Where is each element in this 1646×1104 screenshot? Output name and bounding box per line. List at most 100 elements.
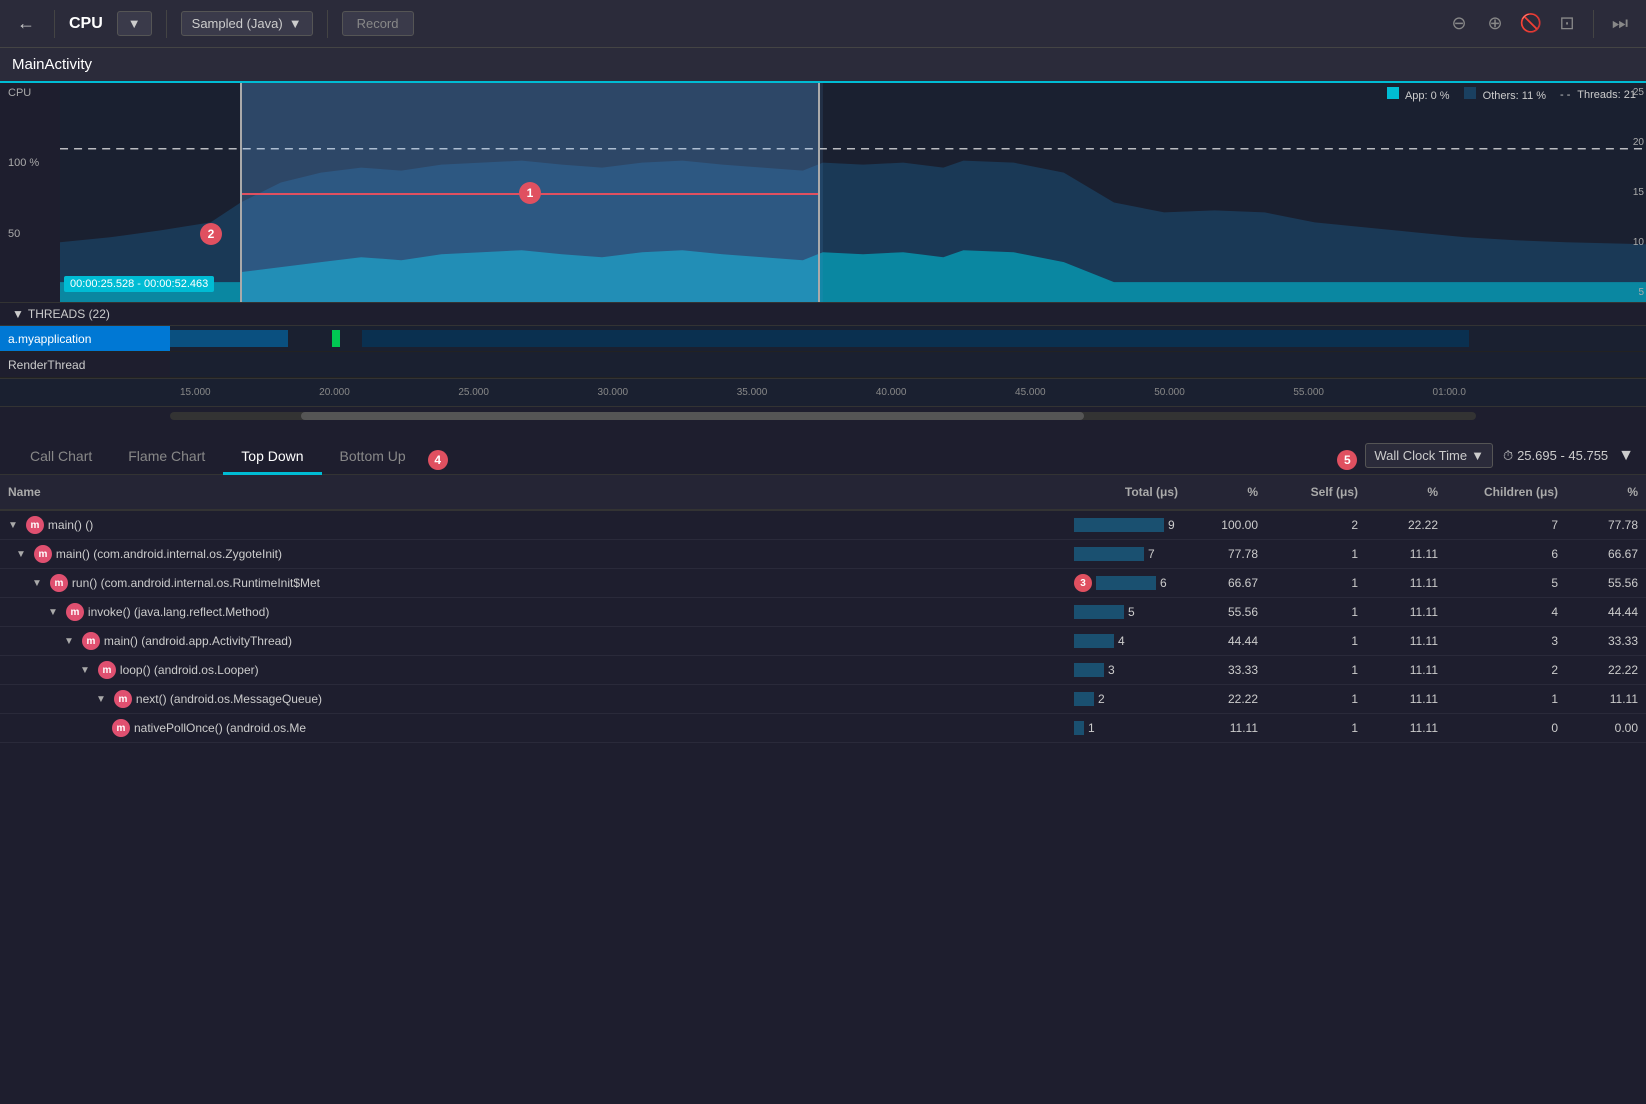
cpu-50-label: 50 <box>8 228 56 240</box>
row-total-1: 7 <box>1066 542 1186 566</box>
zoom-in-button[interactable]: ⊕ <box>1481 10 1509 38</box>
main-activity-label: MainActivity <box>12 56 92 73</box>
divider4 <box>1593 10 1594 38</box>
row-self-6: 1 <box>1266 687 1366 711</box>
row-self-1: 1 <box>1266 542 1366 566</box>
table-row[interactable]: ▼ m run() (com.android.internal.os.Runti… <box>0 569 1646 598</box>
skip-button[interactable]: ⏭ <box>1606 10 1634 38</box>
th-total: Total (μs) <box>1066 481 1186 503</box>
divider <box>54 10 55 38</box>
sampled-label: Sampled (Java) <box>192 16 283 31</box>
row-name-7: m nativePollOnce() (android.os.Me <box>0 714 1066 742</box>
row-name-1: ▼ m main() (com.android.internal.os.Zygo… <box>0 540 1066 568</box>
row-children-pct-5: 22.22 <box>1566 658 1646 682</box>
zoom-out-button[interactable]: ⊖ <box>1445 10 1473 38</box>
row-total-pct-7: 11.11 <box>1186 716 1266 740</box>
row-self-7: 1 <box>1266 716 1366 740</box>
no-entry-button[interactable]: 🚫 <box>1517 10 1545 38</box>
expand-triangle-6[interactable]: ▼ <box>96 694 106 705</box>
table-row[interactable]: ▼ m main() (android.app.ActivityThread) … <box>0 627 1646 656</box>
tab-right-controls: Wall Clock Time ▼ ⏱ 25.695 - 45.755 ▼ <box>1365 443 1634 474</box>
wall-clock-chevron: ▼ <box>1471 448 1484 463</box>
total-bar-1 <box>1074 547 1144 561</box>
row-children-pct-4: 33.33 <box>1566 629 1646 653</box>
method-name-2: run() (com.android.internal.os.RuntimeIn… <box>72 576 320 590</box>
expand-triangle-4[interactable]: ▼ <box>64 636 74 647</box>
ruler-45: 45.000 <box>1015 387 1046 398</box>
row-total-pct-0: 100.00 <box>1186 513 1266 537</box>
wall-clock-dropdown[interactable]: Wall Clock Time ▼ <box>1365 443 1493 468</box>
row-total-pct-2: 66.67 <box>1186 571 1266 595</box>
thread-row-main[interactable]: a.myapplication <box>0 326 1646 352</box>
th-self-pct: % <box>1366 481 1446 503</box>
table-header: Name Total (μs) % Self (μs) % Children (… <box>0 475 1646 511</box>
time-range-display: ⏱ 25.695 - 45.755 <box>1503 448 1608 464</box>
expand-triangle-2[interactable]: ▼ <box>32 578 42 589</box>
cpu-selection-region[interactable]: 1 <box>240 83 820 302</box>
cpu-chart-area[interactable]: App: 0 % Others: 11 % - - Threads: 21 1 … <box>60 83 1646 302</box>
row-children-pct-0: 77.78 <box>1566 513 1646 537</box>
table-row[interactable]: ▼ m main() () 9 100.00 2 22.22 7 77.78 <box>0 511 1646 540</box>
table-row[interactable]: ▼ m loop() (android.os.Looper) 3 33.33 1… <box>0 656 1646 685</box>
cpu-title-label: CPU <box>8 87 56 99</box>
settings-button[interactable]: ⊡ <box>1553 10 1581 38</box>
row-self-4: 1 <box>1266 629 1366 653</box>
cpu-section: CPU 100 % 50 App: 0 % Others: 1 <box>0 83 1646 303</box>
table-area[interactable]: Name Total (μs) % Self (μs) % Children (… <box>0 475 1646 1103</box>
row-children-6: 1 <box>1446 687 1566 711</box>
scale-20: 20 <box>1618 137 1644 148</box>
toolbar-icons: ⊖ ⊕ 🚫 ⊡ ⏭ <box>1445 10 1634 38</box>
badge-2: 2 <box>200 223 222 245</box>
time-range-label: 00:00:25.528 - 00:00:52.463 <box>64 276 214 292</box>
expand-triangle-5[interactable]: ▼ <box>80 665 90 676</box>
table-row[interactable]: m nativePollOnce() (android.os.Me 1 11.1… <box>0 714 1646 743</box>
thread-bar-fill-main <box>362 330 1469 348</box>
row-total-0: 9 <box>1066 513 1186 537</box>
cpu-label-area: CPU 100 % 50 <box>0 83 60 302</box>
ruler-60: 01:00.0 <box>1433 387 1466 398</box>
cpu-dropdown-label: ▼ <box>128 16 141 31</box>
row-total-7: 1 <box>1066 716 1186 740</box>
table-row[interactable]: ▼ m invoke() (java.lang.reflect.Method) … <box>0 598 1646 627</box>
total-bar-5 <box>1074 663 1104 677</box>
expand-triangle-3[interactable]: ▼ <box>48 607 58 618</box>
right-scale: 25 20 15 10 5 <box>1616 83 1646 302</box>
tab-top-down[interactable]: Top Down <box>223 440 321 475</box>
time-range-value: 25.695 - 45.755 <box>1517 448 1608 463</box>
row-name-6: ▼ m next() (android.os.MessageQueue) <box>0 685 1066 713</box>
cpu-dropdown[interactable]: ▼ <box>117 11 152 36</box>
thread-bar-render <box>170 352 1646 377</box>
record-button[interactable]: Record <box>342 11 414 36</box>
row-self-pct-5: 11.11 <box>1366 658 1446 682</box>
scroll-track[interactable] <box>170 412 1476 420</box>
divider3 <box>327 10 328 38</box>
tab-call-chart[interactable]: Call Chart <box>12 440 110 475</box>
sampled-dropdown[interactable]: Sampled (Java) ▼ <box>181 11 313 36</box>
row-self-2: 1 <box>1266 571 1366 595</box>
method-name-7: nativePollOnce() (android.os.Me <box>134 721 306 735</box>
threads-dash: - - <box>1560 89 1570 101</box>
method-icon-7: m <box>112 719 130 737</box>
row-children-pct-7: 0.00 <box>1566 716 1646 740</box>
thread-bar-fill-dark <box>170 330 288 348</box>
tab-bottom-up[interactable]: Bottom Up <box>322 440 424 475</box>
total-bar-2 <box>1096 576 1156 590</box>
row-name-0: ▼ m main() () <box>0 511 1066 539</box>
thread-row-render[interactable]: RenderThread <box>0 352 1646 378</box>
expand-triangle-1[interactable]: ▼ <box>16 549 26 560</box>
total-bar-6 <box>1074 692 1094 706</box>
scroll-area[interactable] <box>0 407 1646 425</box>
method-icon-2: m <box>50 574 68 592</box>
th-name: Name <box>0 481 1066 503</box>
filter-button[interactable]: ▼ <box>1618 447 1634 465</box>
table-row[interactable]: ▼ m next() (android.os.MessageQueue) 2 2… <box>0 685 1646 714</box>
back-button[interactable]: ← <box>12 10 40 38</box>
table-row[interactable]: ▼ m main() (com.android.internal.os.Zygo… <box>0 540 1646 569</box>
bottom-tabs: Call Chart Flame Chart Top Down Bottom U… <box>0 425 1646 475</box>
method-icon-5: m <box>98 661 116 679</box>
scroll-thumb[interactable] <box>301 412 1085 420</box>
threads-expand-icon[interactable]: ▼ <box>12 307 24 321</box>
expand-triangle-0[interactable]: ▼ <box>8 520 18 531</box>
row-total-pct-6: 22.22 <box>1186 687 1266 711</box>
tab-flame-chart[interactable]: Flame Chart <box>110 440 223 475</box>
